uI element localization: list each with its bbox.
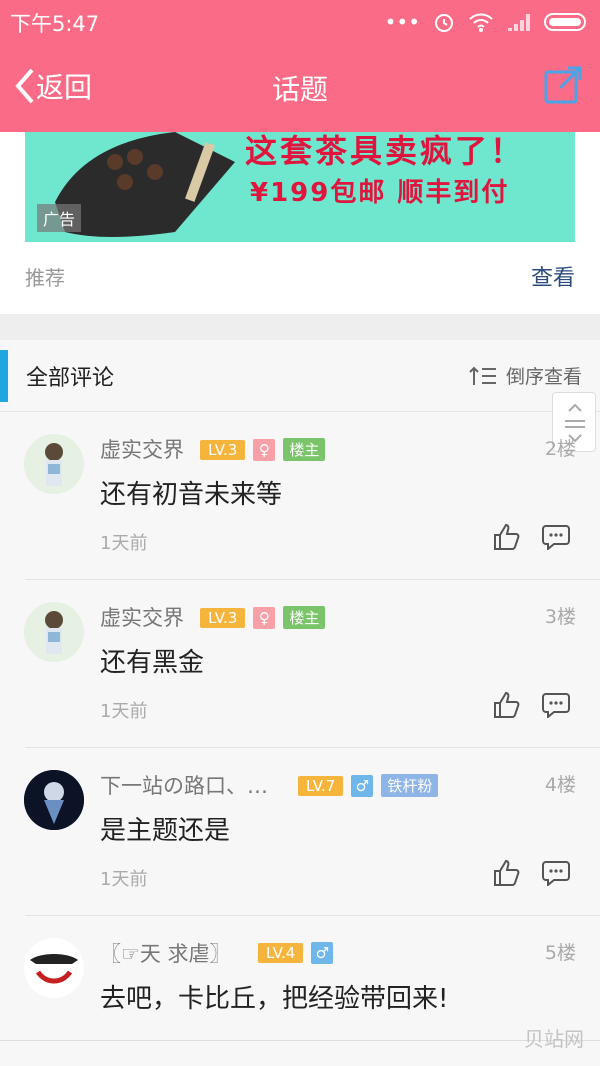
comments-header: 全部评论 倒序查看: [0, 340, 600, 412]
thumbs-up-icon: [494, 523, 520, 550]
accent-bar: [0, 350, 8, 402]
status-bar: 下午5:47 •••: [0, 0, 600, 44]
comment-text: 还有黑金: [100, 648, 205, 678]
avatar[interactable]: [24, 602, 84, 662]
fan-badge: 铁杆粉: [381, 774, 439, 797]
like-button[interactable]: [492, 690, 522, 724]
avatar[interactable]: [24, 770, 84, 830]
share-icon: [544, 66, 582, 104]
status-time: 下午5:47: [10, 12, 100, 36]
sort-button[interactable]: 倒序查看: [468, 362, 582, 389]
thumbs-up-icon: [494, 691, 520, 718]
user-name[interactable]: 〖☞天 求虐〗: [100, 938, 231, 968]
sort-icon: [469, 366, 496, 385]
battery-icon: [544, 13, 586, 31]
level-badge: LV.3: [200, 607, 246, 628]
badges: LV.4 ♂: [258, 942, 334, 964]
level-badge: LV.3: [200, 439, 246, 460]
floor-number: 4楼: [544, 774, 576, 796]
ad-tag: 广告: [37, 204, 82, 232]
watermark-logo: 贝站网: [524, 1027, 584, 1051]
comment-time: 1天前: [100, 533, 148, 554]
page-title: 话题: [271, 73, 328, 106]
comment-time: 1天前: [100, 869, 148, 890]
chat-bubble-icon: [542, 693, 570, 720]
comment-item: 下一站の路口、… LV.7 ♂ 铁杆粉 4楼 是主题还是 1天前: [0, 748, 600, 916]
reply-button[interactable]: [542, 692, 570, 722]
floor-number: 2楼: [544, 438, 576, 460]
thumbs-up-icon: [494, 859, 520, 886]
avatar-image: [24, 602, 84, 662]
all-comments-title: 全部评论: [26, 366, 115, 391]
female-icon: ♀: [253, 438, 276, 461]
user-name[interactable]: 下一站の路口、…: [100, 770, 268, 800]
owner-badge: 楼主: [283, 438, 326, 461]
comment-time: 1天前: [100, 701, 148, 722]
alarm-icon: [435, 14, 453, 32]
avatar[interactable]: [24, 434, 84, 494]
avatar-image: [24, 938, 84, 998]
ad-price: ¥199包邮 顺丰到付: [250, 178, 510, 208]
comment-item: 虚实交界 LV.3 ♀ 楼主 3楼 还有黑金 1天前: [0, 580, 600, 748]
view-button[interactable]: 查看: [531, 260, 575, 292]
comment-text: 是主题还是: [100, 816, 231, 846]
owner-badge: 楼主: [283, 606, 326, 629]
badges: LV.7 ♂ 铁杆粉: [298, 774, 439, 797]
floor-number: 3楼: [544, 606, 576, 628]
wifi-icon: [469, 13, 493, 32]
ad-headline: 这套茶具卖疯了！: [245, 132, 526, 170]
recommend-label: 推荐: [25, 266, 65, 290]
comment-item: 〖☞天 求虐〗 LV.4 ♂ 5楼 去吧，卡比丘，把经验带回来!: [0, 916, 600, 1040]
like-button[interactable]: [492, 858, 522, 892]
user-name[interactable]: 虚实交界: [100, 434, 184, 464]
section-separator: [0, 314, 600, 340]
reply-button[interactable]: [542, 524, 570, 554]
comment-text: 去吧，卡比丘，把经验带回来!: [100, 984, 449, 1014]
bottom-bar: [0, 1040, 600, 1066]
comment-item: 虚实交界 LV.3 ♀ 楼主 2楼 还有初音未来等 1天前: [0, 412, 600, 580]
avatar[interactable]: [24, 938, 84, 998]
female-icon: ♀: [253, 606, 276, 629]
floor-number: 5楼: [544, 942, 576, 964]
avatar-image: [24, 434, 84, 494]
like-button[interactable]: [492, 522, 522, 556]
share-button[interactable]: [542, 62, 586, 110]
badges: LV.3 ♀ 楼主: [200, 606, 326, 629]
title-bar: 返回 话题: [0, 44, 600, 132]
reply-button[interactable]: [542, 860, 570, 890]
user-name[interactable]: 虚实交界: [100, 602, 184, 632]
ad-banner[interactable]: 这套茶具卖疯了！ ¥199包邮 顺丰到付 广告: [25, 132, 575, 242]
chat-bubble-icon: [542, 525, 570, 552]
ad-section: 这套茶具卖疯了！ ¥199包邮 顺丰到付 广告 推荐 查看: [0, 132, 600, 314]
level-badge: LV.7: [298, 775, 344, 796]
level-badge: LV.4: [258, 943, 304, 963]
badges: LV.3 ♀ 楼主: [200, 438, 326, 461]
more-dots-icon: •••: [384, 10, 420, 34]
status-icons: •••: [385, 10, 590, 34]
chat-bubble-icon: [542, 861, 570, 888]
sort-label: 倒序查看: [505, 366, 582, 388]
male-icon: ♂: [351, 774, 374, 797]
signal-icon: [508, 14, 530, 31]
comment-text: 还有初音未来等: [100, 480, 283, 510]
avatar-image: [24, 770, 84, 830]
male-icon: ♂: [311, 942, 334, 964]
